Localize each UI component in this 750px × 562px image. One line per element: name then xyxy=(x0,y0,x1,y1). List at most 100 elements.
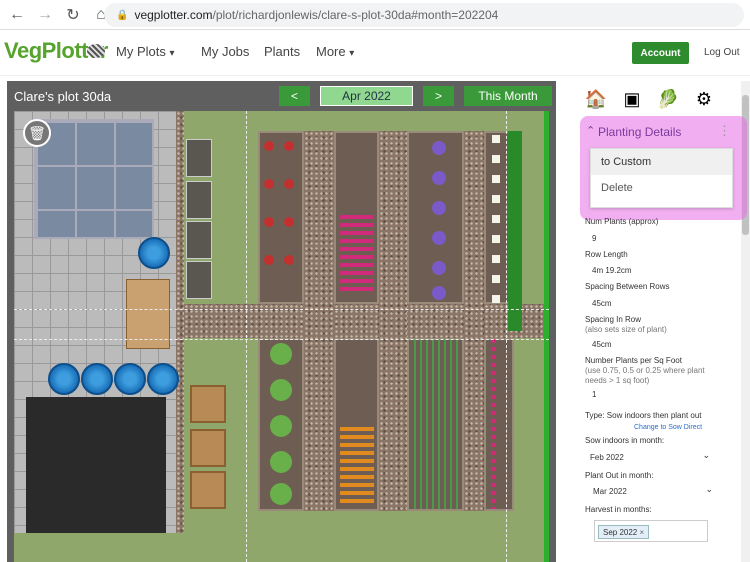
per-sqft-value[interactable]: 1 xyxy=(592,390,596,399)
plant-out-label: Plant Out in month: xyxy=(585,471,654,480)
forward-arrow-icon[interactable]: → xyxy=(34,4,56,26)
crate[interactable] xyxy=(190,471,226,509)
gear-icon[interactable]: ⚙ xyxy=(692,87,716,111)
spacing-in-row-value[interactable]: 45cm xyxy=(592,340,612,349)
close-icon[interactable]: × xyxy=(640,528,645,537)
plant[interactable] xyxy=(432,201,446,215)
menu-item-delete[interactable]: Delete xyxy=(591,175,732,201)
kebab-menu-icon[interactable]: ⋮ xyxy=(718,123,731,139)
sow-indoors-label: Sow indoors in month: xyxy=(585,436,665,445)
chevron-down-icon: ⌄ xyxy=(705,484,713,494)
harvest-tag[interactable]: Sep 2022 × xyxy=(598,525,650,539)
plant[interactable] xyxy=(270,343,292,365)
sow-indoors-select[interactable]: Feb 2022 ⌄ xyxy=(590,449,714,465)
plant[interactable] xyxy=(284,179,294,189)
plant[interactable] xyxy=(270,379,292,401)
side-toolbar: 🏠 ▣ 🥬 ⚙ xyxy=(584,87,716,111)
current-month-button[interactable]: Apr 2022 xyxy=(320,86,413,106)
plant[interactable] xyxy=(264,217,274,227)
plant-rows[interactable] xyxy=(491,339,495,509)
plot-canvas[interactable]: 🗑 xyxy=(14,111,549,562)
frame-icon[interactable]: ▣ xyxy=(620,87,644,111)
water-butt[interactable] xyxy=(48,363,80,395)
chevron-up-icon[interactable]: ⌃ xyxy=(586,124,595,137)
this-month-button[interactable]: This Month xyxy=(464,86,552,106)
vegetable-icon[interactable]: 🥬 xyxy=(656,87,680,111)
plant[interactable] xyxy=(270,451,292,473)
row-length-value[interactable]: 4m 19.2cm xyxy=(592,266,632,275)
next-month-button[interactable]: > xyxy=(423,86,454,106)
cold-frame[interactable] xyxy=(186,139,212,177)
plant[interactable] xyxy=(432,171,446,185)
nav-more[interactable]: More ▾ xyxy=(316,44,354,59)
water-butt[interactable] xyxy=(147,363,179,395)
cold-frame[interactable] xyxy=(186,181,212,219)
compost-area[interactable] xyxy=(26,397,166,533)
guide-line xyxy=(14,339,549,340)
plant[interactable] xyxy=(432,261,446,275)
account-button[interactable]: Account xyxy=(632,42,689,64)
water-butt[interactable] xyxy=(114,363,146,395)
trash-icon[interactable]: 🗑 xyxy=(23,119,51,147)
plant-rows[interactable] xyxy=(340,427,374,507)
menu-item-to-custom[interactable]: to Custom xyxy=(591,149,732,175)
url-path: /plot/richardjonlewis/clare-s-plot-30da#… xyxy=(212,8,499,22)
num-plants-value[interactable]: 9 xyxy=(592,234,596,243)
nav-plants[interactable]: Plants xyxy=(264,44,300,59)
gravel-path[interactable] xyxy=(464,131,484,511)
chevron-down-icon: ▾ xyxy=(169,48,175,59)
edge-bar xyxy=(544,111,549,562)
chevron-down-icon: ⌄ xyxy=(702,450,710,460)
crate[interactable] xyxy=(190,429,226,467)
plot-title: Clare's plot 30da xyxy=(14,89,112,104)
plant-rows[interactable] xyxy=(340,215,374,295)
spacing-rows-value[interactable]: 45cm xyxy=(592,299,612,308)
plant-out-select[interactable]: Mar 2022 ⌄ xyxy=(593,483,717,499)
details-header[interactable]: ⌃ Planting Details ⋮ xyxy=(576,120,742,144)
logout-link[interactable]: Log Out xyxy=(704,47,740,58)
address-bar[interactable]: 🔒 vegplotter.com/plot/richardjonlewis/cl… xyxy=(104,3,744,27)
url-domain: vegplotter.com xyxy=(134,8,213,22)
plant-rows[interactable] xyxy=(414,339,458,509)
change-to-sow-direct-link[interactable]: Change to Sow Direct xyxy=(634,424,702,431)
guide-line xyxy=(506,111,507,562)
context-menu: to Custom Delete xyxy=(590,148,733,208)
water-butt[interactable] xyxy=(138,237,170,269)
plant[interactable] xyxy=(264,141,274,151)
plant[interactable] xyxy=(264,179,274,189)
gravel-path[interactable] xyxy=(304,131,334,511)
plant-rows[interactable] xyxy=(492,135,500,303)
plant[interactable] xyxy=(432,231,446,245)
plant[interactable] xyxy=(284,141,294,151)
crate[interactable] xyxy=(190,385,226,423)
harvest-select[interactable]: Sep 2022 × xyxy=(594,520,708,542)
gravel-path[interactable] xyxy=(379,131,407,511)
cold-frame[interactable] xyxy=(186,221,212,259)
selected-planting[interactable] xyxy=(508,131,522,331)
shed-icon[interactable]: 🏠 xyxy=(584,87,608,111)
nav-my-plots[interactable]: My Plots ▾ xyxy=(116,44,175,59)
reload-icon[interactable]: ↻ xyxy=(62,4,84,26)
back-arrow-icon[interactable]: ← xyxy=(6,4,28,26)
plant[interactable] xyxy=(270,415,292,437)
plant[interactable] xyxy=(284,217,294,227)
nav-my-jobs[interactable]: My Jobs xyxy=(201,44,249,59)
logo-badge-icon xyxy=(87,44,105,58)
type-label: Type: Sow indoors then plant out xyxy=(585,411,702,420)
water-butt[interactable] xyxy=(81,363,113,395)
greenhouse[interactable] xyxy=(34,119,154,239)
details-title: Planting Details xyxy=(598,125,682,139)
plant[interactable] xyxy=(432,141,446,155)
plant[interactable] xyxy=(284,255,294,265)
cold-frame[interactable] xyxy=(186,261,212,299)
plant[interactable] xyxy=(264,255,274,265)
plot-panel: Clare's plot 30da < Apr 2022 > This Mont… xyxy=(7,81,556,562)
spacing-rows-label: Spacing Between Rows xyxy=(585,282,670,291)
plant[interactable] xyxy=(432,286,446,300)
gravel-path[interactable] xyxy=(176,111,184,533)
prev-month-button[interactable]: < xyxy=(279,86,310,106)
raised-bed[interactable] xyxy=(484,338,514,511)
raised-bed[interactable] xyxy=(407,131,464,304)
plant[interactable] xyxy=(270,483,292,505)
lock-icon: 🔒 xyxy=(116,9,129,21)
